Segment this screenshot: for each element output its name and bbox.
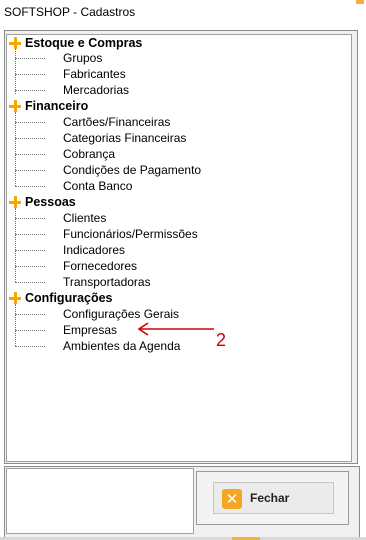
tree-item-funcionarios[interactable]: Funcionários/Permissões xyxy=(63,226,198,242)
tree-item-cartoes[interactable]: Cartões/Financeiras xyxy=(63,114,170,130)
close-button-face[interactable]: ✕ Fechar xyxy=(213,482,334,514)
tree-branch xyxy=(15,282,45,283)
tree-branch xyxy=(15,218,45,219)
tree-branch xyxy=(15,234,45,235)
tree-item-condicoes[interactable]: Condições de Pagamento xyxy=(63,162,201,178)
tree-connector xyxy=(15,112,16,186)
tree-branch xyxy=(15,346,45,347)
tree-item-categorias[interactable]: Categorias Financeiras xyxy=(63,130,186,146)
tree-item-fornecedores[interactable]: Fornecedores xyxy=(63,258,137,274)
expand-plus-icon[interactable] xyxy=(9,196,21,208)
tree-branch xyxy=(15,122,45,123)
tree-branch xyxy=(15,90,45,91)
tree-connector xyxy=(15,304,16,346)
tree-item-mercadorias[interactable]: Mercadorias xyxy=(63,82,129,98)
title-accent-mark xyxy=(356,0,364,4)
annotation-arrow-icon xyxy=(137,322,214,336)
tree-item-empresas[interactable]: Empresas xyxy=(63,322,117,338)
tree-item-conta-banco[interactable]: Conta Banco xyxy=(63,178,132,194)
tree-branch xyxy=(15,330,45,331)
tree-branch xyxy=(15,170,45,171)
tree-group-configuracoes[interactable]: Configurações xyxy=(25,290,113,306)
tree-branch xyxy=(15,266,45,267)
tree-item-cobranca[interactable]: Cobrança xyxy=(63,146,115,162)
bottom-left-area xyxy=(6,468,194,534)
tree-connector xyxy=(15,49,16,94)
close-icon: ✕ xyxy=(222,489,242,509)
tree-branch xyxy=(15,186,45,187)
tree-item-indicadores[interactable]: Indicadores xyxy=(63,242,125,258)
expand-plus-icon[interactable] xyxy=(9,100,21,112)
tree-item-ambientes[interactable]: Ambientes da Agenda xyxy=(63,338,180,354)
tree-branch xyxy=(15,58,45,59)
tree-item-grupos[interactable]: Grupos xyxy=(63,50,102,66)
tree-item-clientes[interactable]: Clientes xyxy=(63,210,106,226)
close-button-label: Fechar xyxy=(250,491,290,505)
expand-plus-icon[interactable] xyxy=(9,292,21,304)
tree-branch xyxy=(15,74,45,75)
tree-connector xyxy=(15,208,16,282)
tree-view[interactable]: Estoque e Compras Grupos Fabricantes Mer… xyxy=(6,34,352,462)
title-bar: SOFTSHOP - Cadastros xyxy=(0,0,366,28)
tree-group-pessoas[interactable]: Pessoas xyxy=(25,194,76,210)
tree-branch xyxy=(15,250,45,251)
close-button[interactable]: ✕ Fechar xyxy=(196,471,349,525)
tree-branch xyxy=(15,314,45,315)
annotation-number: 2 xyxy=(216,330,227,350)
tree-item-fabricantes[interactable]: Fabricantes xyxy=(63,66,126,82)
window-title: SOFTSHOP - Cadastros xyxy=(4,5,136,19)
expand-plus-icon[interactable] xyxy=(9,37,21,49)
tree-group-financeiro[interactable]: Financeiro xyxy=(25,98,88,114)
tree-branch xyxy=(15,138,45,139)
tree-group-estoque[interactable]: Estoque e Compras xyxy=(25,35,142,51)
tree-branch xyxy=(15,154,45,155)
tree-item-transportadoras[interactable]: Transportadoras xyxy=(63,274,151,290)
